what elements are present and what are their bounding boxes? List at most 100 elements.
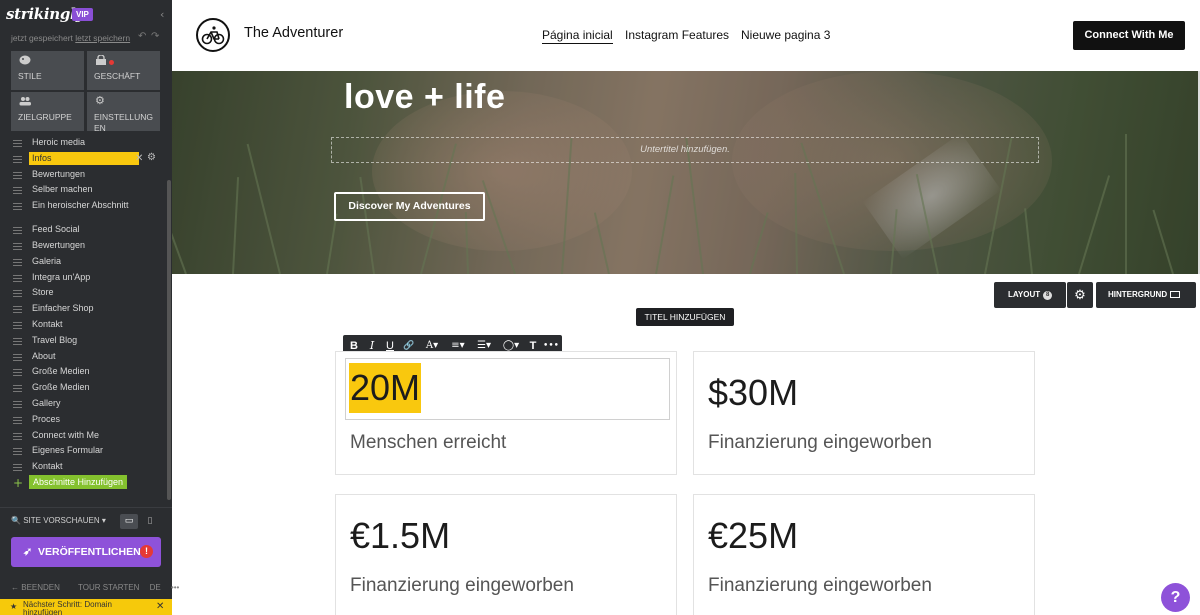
help-button[interactable]: ? — [1161, 583, 1190, 612]
brand-name[interactable]: The Adventurer — [244, 25, 343, 41]
drag-handle-icon[interactable] — [13, 448, 22, 456]
tile-label: ZIELGRUPPE — [18, 112, 72, 122]
drag-handle-icon[interactable] — [13, 187, 22, 195]
nav-home[interactable]: Página inicial — [542, 28, 613, 44]
section-list-item[interactable]: Selber machen — [11, 182, 161, 198]
section-list-item[interactable]: Connect with Me — [11, 428, 161, 444]
section-list-item[interactable]: Eigenes Formular — [11, 443, 161, 459]
desktop-view-icon[interactable]: ▭ — [120, 514, 138, 529]
stat-label[interactable]: Menschen erreicht — [350, 432, 506, 454]
section-label: Gallery — [32, 397, 61, 408]
brand-logo[interactable] — [196, 18, 230, 52]
drag-handle-icon[interactable] — [13, 416, 22, 424]
publish-button[interactable]: ➶ VERÖFFENTLICHEN ! — [11, 537, 161, 567]
nav-instagram-features[interactable]: Instagram Features — [625, 28, 729, 42]
drag-handle-icon[interactable] — [13, 227, 22, 235]
tile-audience[interactable]: ZIELGRUPPE — [11, 92, 84, 131]
sidebar-scrollbar[interactable] — [167, 180, 171, 500]
tile-label: GESCHÄFT — [94, 71, 141, 81]
section-list-item[interactable]: About — [11, 349, 161, 365]
stat-value[interactable]: 20M — [349, 363, 422, 413]
section-list-item[interactable]: Travel Blog — [11, 333, 161, 349]
section-list-item[interactable]: Store — [11, 285, 161, 301]
drag-handle-icon[interactable] — [13, 242, 22, 250]
section-label: Große Medien — [32, 382, 90, 393]
drag-handle-icon[interactable] — [13, 140, 22, 147]
delete-section-icon[interactable]: ✕ — [135, 153, 143, 164]
more-menu-icon[interactable]: ••• — [171, 583, 179, 592]
drag-handle-icon[interactable] — [13, 369, 22, 377]
section-list-item[interactable]: Bewertungen — [11, 238, 161, 254]
drag-handle-icon[interactable] — [13, 337, 22, 345]
connect-button[interactable]: Connect With Me — [1073, 21, 1185, 50]
section-list-item[interactable]: Kontakt — [11, 317, 161, 333]
drag-handle-icon[interactable] — [13, 203, 22, 211]
section-list-item[interactable]: Kontakt — [11, 459, 161, 475]
section-settings-button[interactable]: ⚙ — [1067, 282, 1093, 308]
section-list-item[interactable]: Bewertungen — [11, 167, 161, 183]
close-icon[interactable]: ✕ — [156, 601, 164, 612]
stat-label[interactable]: Finanzierung eingeworben — [708, 432, 932, 454]
drag-handle-icon[interactable] — [13, 171, 22, 179]
section-list: Heroic media Infos ✕ ⚙ Bewertungen Selber mac… — [11, 135, 161, 491]
drag-handle-icon[interactable] — [13, 353, 22, 361]
drag-handle-icon[interactable] — [13, 464, 22, 472]
drag-handle-icon[interactable] — [13, 155, 22, 163]
section-list-item[interactable]: Gallery — [11, 396, 161, 412]
save-now-link[interactable]: letzt speichern — [75, 33, 130, 43]
stat-value[interactable]: $30M — [708, 372, 798, 414]
discover-button[interactable]: Discover My Adventures — [334, 192, 485, 221]
stat-value[interactable]: €1.5M — [350, 515, 450, 557]
tile-settings[interactable]: ⚙ EINSTELLUNG EN — [87, 92, 160, 133]
drag-handle-icon[interactable] — [13, 258, 22, 266]
drag-handle-icon[interactable] — [13, 385, 22, 393]
tile-business[interactable]: GESCHÄFT — [87, 51, 160, 90]
add-sections-button[interactable]: Abschnitte Hinzufügen — [29, 474, 128, 489]
layout-button[interactable]: LAYOUT 8 — [994, 282, 1066, 308]
drag-handle-icon[interactable] — [13, 432, 22, 440]
site-preview-button[interactable]: 🔍 SITE VORSCHAUEN ▾ — [11, 516, 106, 525]
redo-icon[interactable]: ↷ — [151, 31, 159, 42]
section-list-item[interactable]: Feed Social — [11, 222, 161, 238]
section-settings-icon[interactable]: ⚙ — [147, 152, 156, 163]
section-label: Ein heroischer Abschnitt — [32, 200, 129, 211]
stat-card[interactable]: €1.5M Finanzierung eingeworben — [335, 494, 677, 615]
stat-card[interactable]: €25M Finanzierung eingeworben — [693, 494, 1035, 615]
tour-link[interactable]: TOUR STARTEN — [78, 583, 139, 592]
section-list-item[interactable]: Große Medien — [11, 380, 161, 396]
stat-label[interactable]: Finanzierung eingeworben — [350, 575, 574, 597]
next-step-banner[interactable]: ★ Nächster Schritt: Domain hinzufügen ✕ — [0, 599, 172, 615]
section-list-item[interactable]: Einfacher Shop — [11, 301, 161, 317]
nav-new-page[interactable]: Nieuwe pagina 3 — [741, 28, 830, 42]
add-title-button[interactable]: TITEL HINZUFÜGEN — [636, 308, 734, 326]
section-list-item[interactable]: Infos ✕ ⚙ — [11, 151, 161, 167]
stat-card[interactable]: $30M Finanzierung eingeworben — [693, 351, 1035, 475]
drag-handle-icon[interactable] — [13, 274, 22, 282]
stat-label[interactable]: Finanzierung eingeworben — [708, 575, 932, 597]
mobile-view-icon[interactable]: ▯ — [144, 514, 156, 529]
undo-icon[interactable]: ↶ — [138, 31, 146, 42]
drag-handle-icon[interactable] — [13, 290, 22, 298]
section-list-item[interactable]: Proces — [11, 412, 161, 428]
section-label: Feed Social — [32, 224, 80, 235]
stat-card[interactable]: 20M Menschen erreicht — [335, 351, 677, 475]
section-list-item[interactable]: Ein heroischer Abschnitt — [11, 198, 161, 222]
section-list-item[interactable]: Heroic media — [11, 135, 161, 151]
drag-handle-icon[interactable] — [13, 306, 22, 314]
language-link[interactable]: DE — [150, 583, 161, 592]
hero-subtitle-input[interactable]: Untertitel hinzufügen. — [331, 137, 1039, 163]
hero-section[interactable]: love + life Untertitel hinzufügen. Disco… — [172, 71, 1198, 274]
drag-handle-icon[interactable] — [13, 321, 22, 329]
sidebar-footer: ← BEENDEN TOUR STARTEN DE ••• — [11, 583, 187, 592]
exit-link[interactable]: ← BEENDEN — [11, 583, 68, 592]
background-button[interactable]: HINTERGRUND — [1096, 282, 1196, 308]
hero-title[interactable]: love + life — [344, 78, 505, 117]
stat-value[interactable]: €25M — [708, 515, 798, 557]
vip-badge: VIP — [72, 8, 93, 21]
tile-styles[interactable]: STILE — [11, 51, 84, 90]
collapse-sidebar-icon[interactable]: ‹ — [160, 8, 164, 21]
section-list-item[interactable]: Galeria — [11, 254, 161, 270]
section-list-item[interactable]: Integra un'App — [11, 270, 161, 286]
section-list-item[interactable]: Große Medien — [11, 364, 161, 380]
drag-handle-icon[interactable] — [13, 400, 22, 408]
